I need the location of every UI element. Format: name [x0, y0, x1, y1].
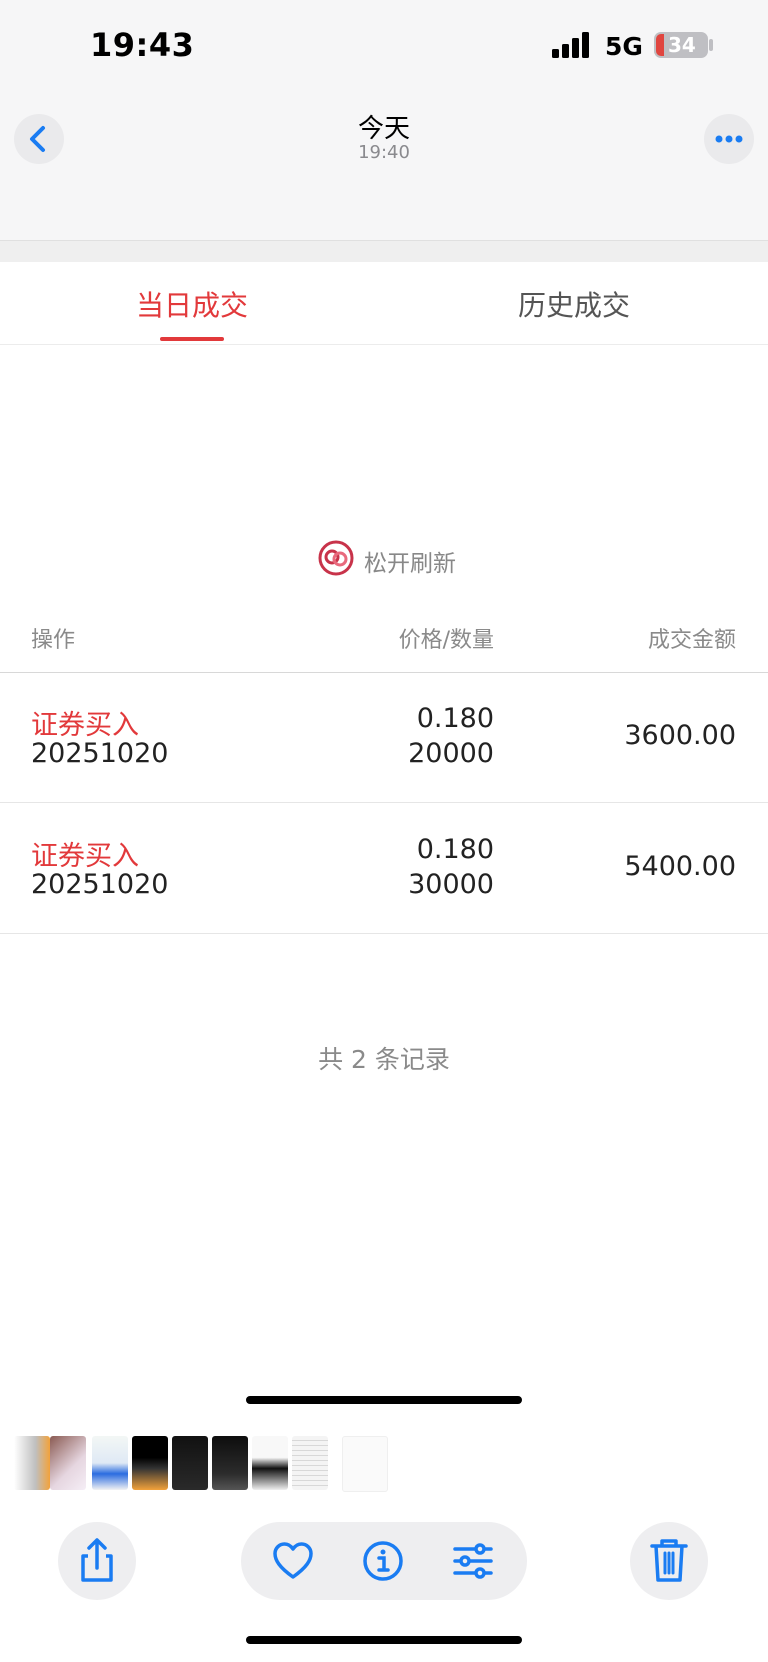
- trash-icon: [650, 1539, 688, 1582]
- photo-thumbnail[interactable]: [14, 1436, 50, 1490]
- header-amount: 成交金额: [647, 628, 736, 653]
- battery-icon: 34: [654, 32, 708, 58]
- adjust-button[interactable]: [451, 1539, 495, 1583]
- row-amount: 3600.00: [624, 720, 736, 751]
- info-icon: [363, 1541, 403, 1581]
- thumbnail-strip: [14, 1436, 414, 1492]
- signal-icon: [552, 32, 592, 58]
- row-amount: 5400.00: [624, 851, 736, 882]
- row-operation: 证券买入: [31, 710, 139, 741]
- tab-bar: 当日成交 历史成交: [0, 262, 768, 345]
- home-indicator: [246, 1636, 522, 1644]
- info-button[interactable]: [361, 1539, 405, 1583]
- table-header: 操作 价格/数量 成交金额: [0, 610, 768, 673]
- photo-thumbnail[interactable]: [292, 1436, 328, 1490]
- photo-thumbnail[interactable]: [212, 1436, 248, 1490]
- favorite-button[interactable]: [271, 1539, 315, 1583]
- photo-thumbnail[interactable]: [92, 1436, 128, 1490]
- share-button[interactable]: [58, 1522, 136, 1600]
- header-price-qty: 价格/数量: [398, 628, 494, 653]
- row-date: 20251020: [31, 738, 169, 769]
- heart-icon: [273, 1542, 313, 1579]
- tab-today[interactable]: 当日成交: [136, 284, 248, 324]
- photo-thumbnail[interactable]: [172, 1436, 208, 1490]
- network-label: 5G: [605, 32, 643, 61]
- row-operation: 证券买入: [31, 841, 139, 872]
- refresh-text: 松开刷新: [364, 551, 456, 577]
- share-icon: [81, 1538, 113, 1582]
- photo-thumbnail[interactable]: [50, 1436, 86, 1490]
- active-tab-indicator: [160, 337, 224, 341]
- photo-thumbnail[interactable]: [132, 1436, 168, 1490]
- tab-history[interactable]: 历史成交: [518, 284, 630, 324]
- photo-thumbnail[interactable]: [342, 1436, 388, 1492]
- row-date: 20251020: [31, 869, 169, 900]
- status-time: 19:43: [90, 26, 195, 64]
- header-operation: 操作: [31, 628, 76, 653]
- more-button[interactable]: [704, 114, 754, 164]
- refresh-logo-icon: [318, 540, 354, 576]
- battery-level: 34: [668, 33, 696, 57]
- action-pill: [241, 1522, 527, 1600]
- row-price: 0.180: [416, 834, 494, 865]
- status-bar: 19:43 5G 34: [0, 0, 768, 90]
- adjust-icon: [453, 1543, 493, 1579]
- nav-header: 今天 19:40: [0, 90, 768, 240]
- table-row[interactable]: 证券买入 20251020 0.180 30000 5400.00: [0, 803, 768, 934]
- section-divider: [0, 240, 768, 263]
- row-price: 0.180: [416, 703, 494, 734]
- ellipsis-icon: [715, 135, 743, 143]
- row-quantity: 30000: [408, 869, 494, 900]
- page-subtitle: 19:40: [358, 142, 410, 163]
- row-quantity: 20000: [408, 738, 494, 769]
- table-row[interactable]: 证券买入 20251020 0.180 20000 3600.00: [0, 672, 768, 803]
- record-count: 共 2 条记录: [318, 1045, 450, 1074]
- page-title: 今天: [357, 114, 410, 144]
- photo-thumbnail[interactable]: [252, 1436, 288, 1490]
- home-indicator: [246, 1396, 522, 1404]
- delete-button[interactable]: [630, 1522, 708, 1600]
